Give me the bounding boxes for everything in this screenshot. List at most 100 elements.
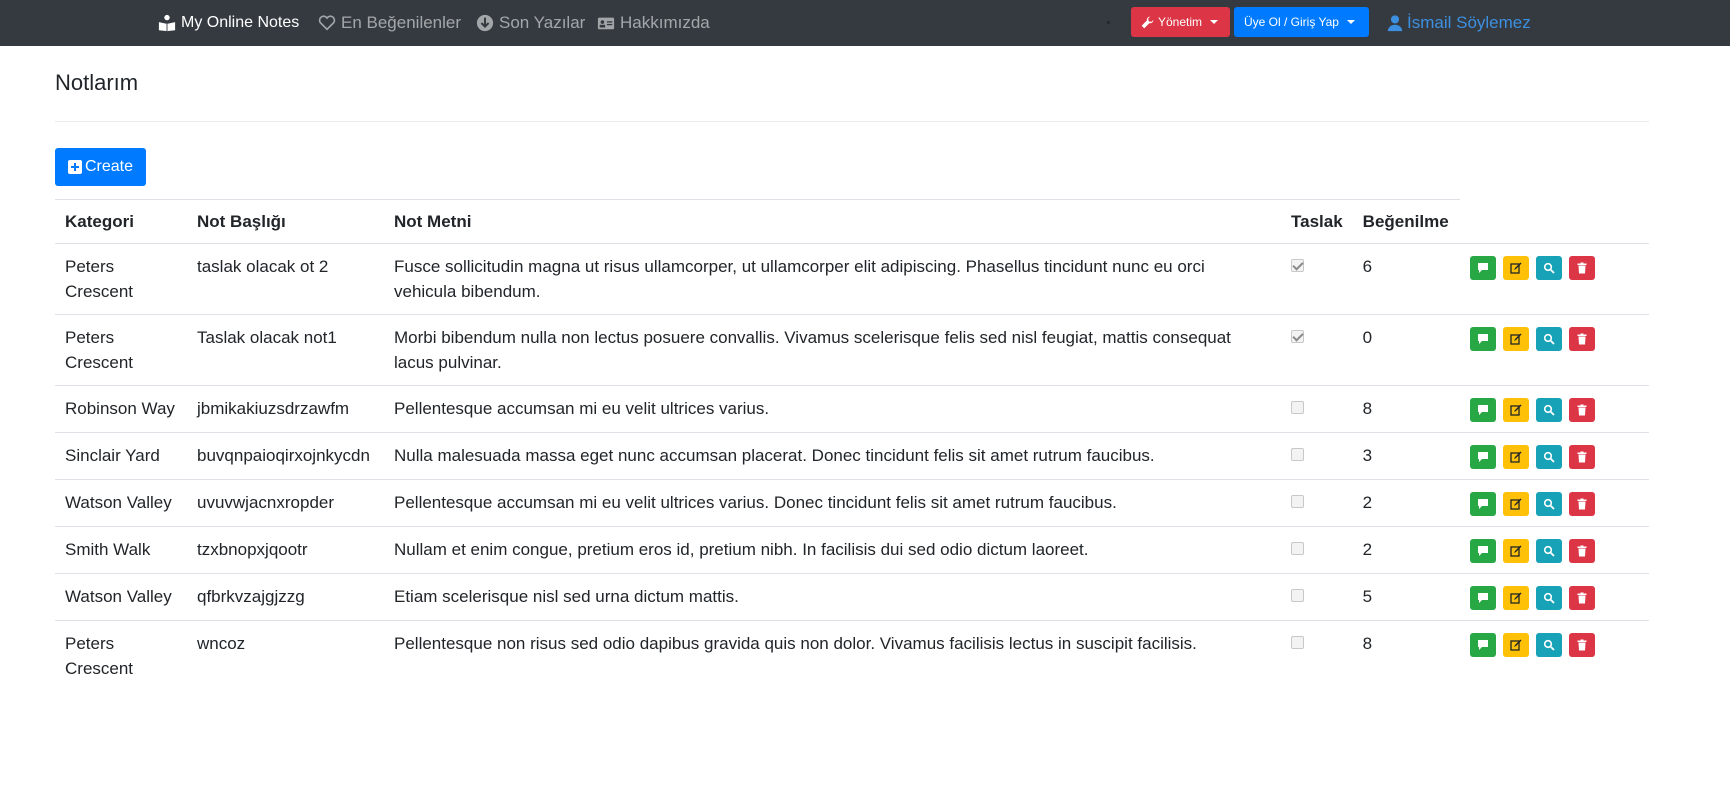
reader-icon — [158, 14, 176, 32]
auth-dropdown-button[interactable]: Üye Ol / Giriş Yap — [1234, 7, 1369, 37]
cell-likes: 2 — [1352, 526, 1460, 574]
edit-icon — [1510, 333, 1522, 345]
table-row: Sinclair Yard buvqnpaioqirxojnkycdn Nulla … — [55, 432, 1649, 480]
table-row: Watson Valley uvuvwjacnxropder Pellentesqu… — [55, 479, 1649, 527]
details-button[interactable] — [1535, 256, 1562, 280]
comments-button[interactable] — [1469, 398, 1496, 422]
admin-dropdown-label: Yönetim — [1158, 15, 1203, 29]
cell-actions — [1459, 385, 1649, 433]
cell-likes: 8 — [1362, 634, 1373, 653]
cell-category: Robinson Way — [55, 385, 187, 433]
edit-icon — [1510, 545, 1522, 557]
trash-icon — [1576, 639, 1588, 651]
heart-icon — [318, 14, 336, 32]
column-header-draft: Taslak — [1281, 199, 1353, 244]
page-title: Notlarım — [55, 70, 139, 95]
edit-icon — [1510, 451, 1522, 463]
comments-button[interactable] — [1469, 445, 1496, 469]
table-row: Robinson Way jbmikakiuzsdrzawfm Pellentesq… — [55, 385, 1649, 433]
edit-button[interactable] — [1502, 398, 1529, 422]
details-button[interactable] — [1535, 539, 1562, 563]
trash-icon — [1576, 592, 1588, 604]
trash-icon — [1576, 404, 1588, 416]
trash-icon — [1576, 262, 1588, 274]
details-button[interactable] — [1535, 586, 1562, 610]
trash-icon — [1576, 333, 1588, 345]
delete-button[interactable] — [1568, 445, 1595, 469]
edit-button[interactable] — [1502, 445, 1529, 469]
cell-category: Peters Crescent — [55, 314, 187, 386]
table-row: Peters Crescent Taslak olacak not1 Morbi b… — [55, 314, 1649, 386]
table-row: Peters Crescent wncoz Pellentesque non ris… — [55, 621, 1649, 692]
nav-link-latest[interactable]: Son Yazılar — [476, 0, 585, 46]
delete-button[interactable] — [1568, 492, 1595, 516]
cell-actions — [1459, 432, 1649, 480]
search-icon — [1543, 498, 1555, 510]
cell-text: Nullam et enim congue, pretium eros id, … — [384, 526, 1281, 574]
comment-icon — [1477, 639, 1489, 651]
comments-button[interactable] — [1469, 586, 1496, 610]
cell-likes: 8 — [1352, 385, 1460, 433]
cell-text: Fusce sollicitudin magna ut risus ullamc… — [384, 243, 1281, 315]
cell-title: wncoz — [197, 634, 246, 653]
details-button[interactable] — [1535, 445, 1562, 469]
cell-actions — [1459, 479, 1649, 527]
delete-button[interactable] — [1568, 327, 1595, 351]
cell-text: Pellentesque non risus sed odio dapibus … — [394, 634, 1197, 653]
edit-button[interactable] — [1502, 256, 1529, 280]
cell-text: Pellentesque accumsan mi eu velit ultric… — [384, 479, 1281, 527]
cell-category: Sinclair Yard — [55, 432, 187, 480]
comments-button[interactable] — [1469, 492, 1496, 516]
draft-checkbox — [1291, 259, 1304, 272]
delete-button[interactable] — [1568, 633, 1595, 657]
cell-draft — [1281, 314, 1353, 386]
draft-checkbox — [1291, 589, 1304, 602]
details-button[interactable] — [1535, 398, 1562, 422]
edit-button[interactable] — [1502, 327, 1529, 351]
delete-button[interactable] — [1568, 256, 1595, 280]
admin-dropdown-button[interactable]: Yönetim — [1131, 7, 1230, 37]
cell-likes: 5 — [1352, 573, 1460, 621]
row-actions — [1469, 396, 1639, 422]
table-row: Smith Walk tzxbnopxjqootr Nullam et enim c… — [55, 526, 1649, 574]
nav-link-most-liked[interactable]: En Beğenilenler — [318, 0, 461, 46]
cell-actions — [1459, 573, 1649, 621]
edit-icon — [1510, 498, 1522, 510]
details-button[interactable] — [1535, 633, 1562, 657]
cell-text: Nulla malesuada massa eget nunc accumsan… — [384, 432, 1281, 480]
details-button[interactable] — [1535, 492, 1562, 516]
edit-button[interactable] — [1502, 633, 1529, 657]
trash-icon — [1576, 545, 1588, 557]
column-header-category: Kategori — [55, 199, 187, 244]
nav-link-about[interactable]: Hakkımızda — [597, 0, 710, 46]
comments-button[interactable] — [1469, 256, 1496, 280]
brand-link[interactable]: My Online Notes — [158, 0, 299, 46]
edit-icon — [1510, 592, 1522, 604]
user-icon — [1386, 14, 1404, 32]
row-actions — [1469, 254, 1639, 280]
edit-button[interactable] — [1502, 539, 1529, 563]
delete-button[interactable] — [1568, 539, 1595, 563]
cell-category: Peters Crescent — [65, 634, 134, 678]
cell-likes: 2 — [1352, 479, 1460, 527]
details-button[interactable] — [1535, 327, 1562, 351]
edit-button[interactable] — [1502, 586, 1529, 610]
comments-button[interactable] — [1469, 327, 1496, 351]
user-profile-link[interactable]: İsmail Söylemez — [1386, 0, 1531, 46]
edit-button[interactable] — [1502, 492, 1529, 516]
cell-actions — [1459, 243, 1649, 315]
auth-dropdown-label: Üye Ol / Giriş Yap — [1244, 15, 1339, 29]
delete-button[interactable] — [1568, 586, 1595, 610]
create-button[interactable]: Create — [55, 148, 146, 186]
comments-button[interactable] — [1469, 539, 1496, 563]
comments-button[interactable] — [1469, 633, 1496, 657]
delete-button[interactable] — [1568, 398, 1595, 422]
row-actions — [1469, 584, 1639, 610]
search-icon — [1543, 333, 1555, 345]
cell-draft — [1281, 621, 1353, 692]
plus-square-icon — [67, 160, 82, 174]
nav-link-label: Son Yazılar — [499, 13, 586, 32]
trash-icon — [1576, 498, 1588, 510]
cell-draft — [1281, 243, 1353, 315]
cell-title: tzxbnopxjqootr — [187, 526, 384, 574]
